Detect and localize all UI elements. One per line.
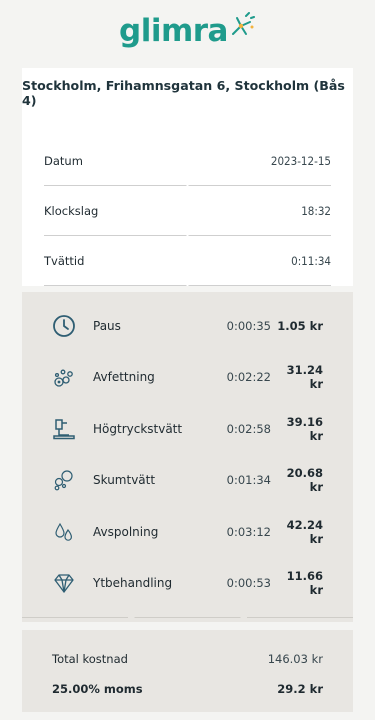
info-value: 2023-12-15 bbox=[270, 154, 331, 168]
service-row: Avspolning 0:03:12 42.24 kr bbox=[22, 506, 353, 558]
vat-row: 25.00% moms 29.2 kr bbox=[52, 674, 323, 704]
info-row-date: Datum 2023-12-15 bbox=[44, 136, 331, 186]
total-row: Total kostnad 146.03 kr bbox=[52, 644, 323, 674]
total-value: 146.03 kr bbox=[267, 652, 323, 666]
location-title: Stockholm, Frihamnsgatan 6, Stockholm (B… bbox=[22, 68, 353, 118]
service-cost: 39.16 kr bbox=[286, 414, 323, 443]
service-time: 0:03:12 bbox=[226, 524, 271, 539]
service-name: Ytbehandling bbox=[93, 576, 173, 591]
info-value: 18:32 bbox=[301, 204, 331, 218]
clock-icon bbox=[50, 312, 78, 340]
info-row-duration: Tvättid 0:11:34 bbox=[44, 236, 331, 286]
service-time: 0:02:22 bbox=[226, 370, 271, 385]
rinse-drops-icon bbox=[50, 518, 78, 546]
service-time: 0:01:34 bbox=[226, 473, 271, 488]
glimra-logo: glimra bbox=[0, 0, 375, 62]
info-row-time: Klockslag 18:32 bbox=[44, 186, 331, 236]
degrease-icon bbox=[50, 363, 78, 391]
service-row: Ytbehandling 0:00:53 11.66 kr bbox=[22, 558, 353, 610]
service-time: 0:00:53 bbox=[226, 576, 271, 591]
divider bbox=[44, 285, 331, 286]
foam-icon bbox=[50, 466, 78, 494]
total-label: Total kostnad bbox=[52, 652, 128, 666]
sparkle-icon bbox=[230, 10, 256, 46]
service-cost: 42.24 kr bbox=[286, 517, 323, 546]
service-name: Avfettning bbox=[93, 370, 155, 385]
service-row: Avfettning 0:02:22 31.24 kr bbox=[22, 352, 353, 404]
divider bbox=[22, 617, 353, 618]
info-value: 0:11:34 bbox=[291, 254, 331, 268]
brand-name: glimra bbox=[119, 13, 228, 49]
vat-value: 29.2 kr bbox=[277, 682, 323, 696]
pressure-washer-icon bbox=[50, 415, 78, 443]
service-cost: 31.24 kr bbox=[286, 363, 323, 392]
service-cost: 20.68 kr bbox=[286, 466, 323, 495]
service-cost: 11.66 kr bbox=[286, 569, 323, 598]
info-label: Klockslag bbox=[44, 204, 99, 218]
info-label: Datum bbox=[44, 154, 83, 168]
service-name: Paus bbox=[93, 318, 121, 333]
vat-label: 25.00% moms bbox=[52, 682, 143, 696]
service-row: Skumtvätt 0:01:34 20.68 kr bbox=[22, 455, 353, 507]
service-name: Högtryckstvätt bbox=[93, 421, 183, 436]
info-label: Tvättid bbox=[44, 254, 85, 268]
services-list: Paus 0:00:35 1.05 kr Avfettning 0:02:22 … bbox=[22, 292, 353, 622]
receipt-info-card: Datum 2023-12-15 Klockslag 18:32 Tvättid… bbox=[22, 118, 353, 286]
service-cost: 1.05 kr bbox=[277, 318, 323, 333]
service-name: Skumtvätt bbox=[93, 473, 156, 488]
service-name: Avspolning bbox=[93, 524, 159, 539]
diamond-icon bbox=[50, 569, 78, 597]
totals-section: Total kostnad 146.03 kr 25.00% moms 29.2… bbox=[22, 630, 353, 712]
service-row: Högtryckstvätt 0:02:58 39.16 kr bbox=[22, 403, 353, 455]
service-row: Paus 0:00:35 1.05 kr bbox=[22, 300, 353, 352]
service-time: 0:02:58 bbox=[226, 421, 271, 436]
service-time: 0:00:35 bbox=[226, 318, 271, 333]
